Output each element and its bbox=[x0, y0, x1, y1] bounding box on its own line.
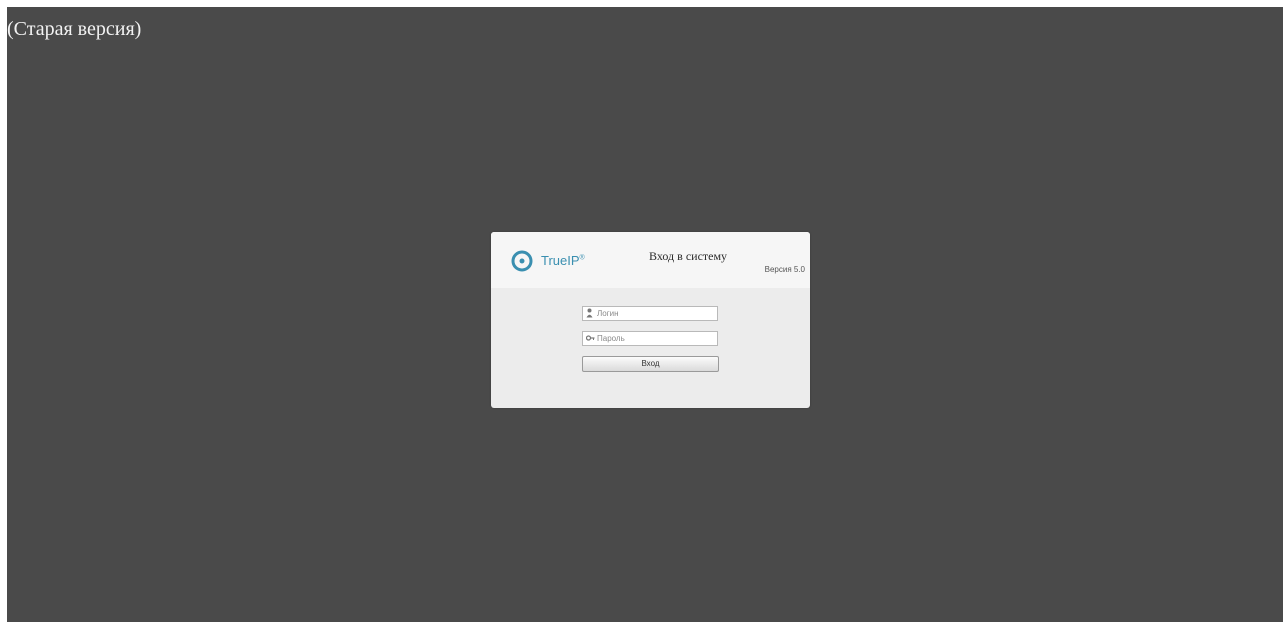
login-header: TrueIP® Вход в систему Версия 5.0 bbox=[491, 232, 810, 288]
login-panel: TrueIP® Вход в систему Версия 5.0 Логин … bbox=[491, 232, 810, 408]
username-field[interactable] bbox=[582, 306, 718, 321]
password-field[interactable] bbox=[582, 331, 718, 346]
logo: TrueIP® bbox=[510, 250, 586, 272]
page-background: (Старая версия) TrueIP® Вход в систему В… bbox=[7, 7, 1283, 622]
password-input[interactable] bbox=[597, 332, 715, 345]
logo-trademark: ® bbox=[579, 254, 585, 262]
login-button[interactable]: Вход bbox=[582, 356, 719, 372]
logo-clock-icon bbox=[511, 250, 533, 272]
logo-text: TrueIP® bbox=[541, 253, 585, 268]
key-icon bbox=[585, 333, 595, 346]
user-icon bbox=[586, 308, 593, 321]
version-label: Версия 5.0 bbox=[764, 265, 805, 274]
username-input[interactable] bbox=[597, 307, 715, 320]
system-title: Вход в систему bbox=[649, 249, 728, 263]
old-version-label: (Старая версия) bbox=[7, 18, 142, 40]
logo-name: TrueIP bbox=[541, 253, 580, 268]
